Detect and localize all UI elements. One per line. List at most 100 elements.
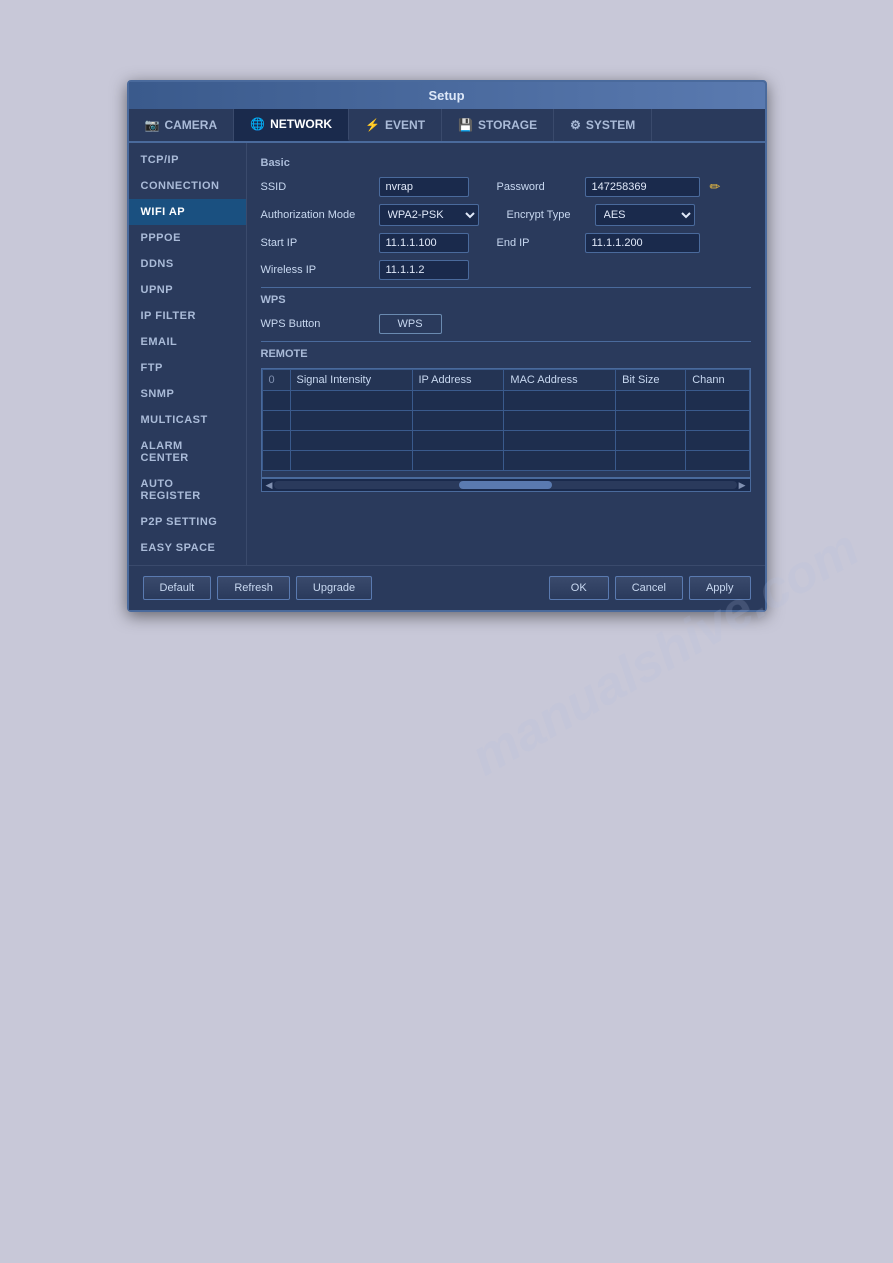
- sidebar-pppoe-label: PPPOE: [141, 232, 181, 244]
- sidebar-item-connection[interactable]: CONNECTION: [129, 173, 246, 199]
- remote-table: 0 Signal Intensity IP Address MAC Addres…: [262, 369, 750, 471]
- network-icon: 🌐: [250, 117, 265, 131]
- table-row: [262, 391, 749, 411]
- sidebar-item-email[interactable]: EMAIL: [129, 329, 246, 355]
- tab-bar: 📷 CAMERA 🌐 NETWORK ⚡ EVENT 💾 STORAGE ⚙ S…: [129, 109, 765, 143]
- tab-event-label: EVENT: [385, 118, 425, 132]
- sidebar-item-p2psetting[interactable]: P2P SETTING: [129, 509, 246, 535]
- table-row: [262, 431, 749, 451]
- ssid-label: SSID: [261, 181, 371, 193]
- sidebar-item-wifiap[interactable]: WIFI AP: [129, 199, 246, 225]
- scroll-left-arrow[interactable]: ◀: [264, 480, 275, 491]
- auth-mode-select[interactable]: WPA2-PSK WPA-PSK None: [379, 204, 479, 226]
- scrollbar-track: [274, 481, 736, 489]
- edit-password-icon[interactable]: ✏: [710, 179, 721, 195]
- sidebar-item-upnp[interactable]: UPNP: [129, 277, 246, 303]
- sidebar-snmp-label: SNMP: [141, 388, 175, 400]
- auth-mode-label: Authorization Mode: [261, 209, 371, 221]
- tab-storage-label: STORAGE: [478, 118, 537, 132]
- sidebar-item-easyspace[interactable]: EASY SPACE: [129, 535, 246, 561]
- end-ip-label: End IP: [497, 237, 577, 249]
- sidebar-alarmcenter-label: ALARM CENTER: [141, 440, 189, 464]
- wireless-ip-label: Wireless IP: [261, 264, 371, 276]
- end-ip-input[interactable]: [585, 233, 700, 253]
- sidebar-p2psetting-label: P2P SETTING: [141, 516, 218, 528]
- sidebar-item-multicast[interactable]: MULTICAST: [129, 407, 246, 433]
- window-title: Setup: [428, 88, 464, 103]
- section-remote-label: REMOTE: [261, 348, 751, 360]
- wireless-ip-row: Wireless IP: [261, 260, 751, 280]
- tab-network[interactable]: 🌐 NETWORK: [234, 109, 349, 141]
- main-content: TCP/IP CONNECTION WIFI AP PPPOE DDNS UPN…: [129, 143, 765, 565]
- sidebar-tcpip-label: TCP/IP: [141, 154, 179, 166]
- tab-system[interactable]: ⚙ SYSTEM: [554, 109, 652, 141]
- upgrade-button[interactable]: Upgrade: [296, 576, 372, 600]
- sidebar-upnp-label: UPNP: [141, 284, 174, 296]
- encrypt-type-select[interactable]: AES TKIP None: [595, 204, 695, 226]
- col-ip: IP Address: [412, 370, 504, 391]
- sidebar-connection-label: CONNECTION: [141, 180, 220, 192]
- divider-remote: [261, 341, 751, 342]
- sidebar-ipfilter-label: IP FILTER: [141, 310, 196, 322]
- encrypt-type-label: Encrypt Type: [507, 209, 587, 221]
- sidebar-item-ipfilter[interactable]: IP FILTER: [129, 303, 246, 329]
- remote-table-wrapper: 0 Signal Intensity IP Address MAC Addres…: [261, 368, 751, 478]
- sidebar-autoregister-label: AUTO REGISTER: [141, 478, 201, 502]
- sidebar-item-autoregister[interactable]: AUTO REGISTER: [129, 471, 246, 509]
- ssid-input[interactable]: [379, 177, 469, 197]
- tab-camera-label: CAMERA: [164, 118, 217, 132]
- tab-event[interactable]: ⚡ EVENT: [349, 109, 442, 141]
- sidebar-wifiap-label: WIFI AP: [141, 206, 186, 218]
- tab-camera[interactable]: 📷 CAMERA: [129, 109, 235, 141]
- ssid-password-row: SSID Password ✏: [261, 177, 751, 197]
- wps-button[interactable]: WPS: [379, 314, 442, 334]
- col-chann: Chann: [686, 370, 749, 391]
- sidebar-ftp-label: FTP: [141, 362, 163, 374]
- startip-endip-row: Start IP End IP: [261, 233, 751, 253]
- col-mac: MAC Address: [504, 370, 616, 391]
- col-num: 0: [262, 370, 290, 391]
- sidebar-item-ftp[interactable]: FTP: [129, 355, 246, 381]
- sidebar-item-tcpip[interactable]: TCP/IP: [129, 147, 246, 173]
- system-icon: ⚙: [570, 118, 581, 132]
- start-ip-input[interactable]: [379, 233, 469, 253]
- ok-button[interactable]: OK: [549, 576, 609, 600]
- col-signal: Signal Intensity: [290, 370, 412, 391]
- password-input[interactable]: [585, 177, 700, 197]
- refresh-button[interactable]: Refresh: [217, 576, 290, 600]
- sidebar-email-label: EMAIL: [141, 336, 178, 348]
- col-bitsize: Bit Size: [616, 370, 686, 391]
- storage-icon: 💾: [458, 118, 473, 132]
- table-row: [262, 451, 749, 471]
- content-area: Basic SSID Password ✏ Authorization Mode…: [247, 143, 765, 565]
- wps-button-row: WPS Button WPS: [261, 314, 751, 334]
- btn-group-left: Default Refresh Upgrade: [143, 576, 373, 600]
- sidebar-easyspace-label: EASY SPACE: [141, 542, 216, 554]
- sidebar-item-pppoe[interactable]: PPPOE: [129, 225, 246, 251]
- divider-wps: [261, 287, 751, 288]
- password-label: Password: [497, 181, 577, 193]
- horizontal-scrollbar[interactable]: ◀ ▶: [261, 478, 751, 492]
- title-bar: Setup: [129, 82, 765, 109]
- sidebar-item-snmp[interactable]: SNMP: [129, 381, 246, 407]
- event-icon: ⚡: [365, 118, 380, 132]
- sidebar-item-alarmcenter[interactable]: ALARM CENTER: [129, 433, 246, 471]
- start-ip-label: Start IP: [261, 237, 371, 249]
- scrollbar-thumb[interactable]: [459, 481, 551, 489]
- camera-icon: 📷: [145, 118, 160, 132]
- section-wps-label: WPS: [261, 294, 751, 306]
- setup-window: Setup 📷 CAMERA 🌐 NETWORK ⚡ EVENT 💾 STORA…: [127, 80, 767, 612]
- cancel-button[interactable]: Cancel: [615, 576, 683, 600]
- default-button[interactable]: Default: [143, 576, 212, 600]
- tab-system-label: SYSTEM: [586, 118, 635, 132]
- auth-encrypt-row: Authorization Mode WPA2-PSK WPA-PSK None…: [261, 204, 751, 226]
- sidebar-item-ddns[interactable]: DDNS: [129, 251, 246, 277]
- wireless-ip-input[interactable]: [379, 260, 469, 280]
- tab-storage[interactable]: 💾 STORAGE: [442, 109, 554, 141]
- scroll-right-arrow[interactable]: ▶: [737, 480, 748, 491]
- sidebar-ddns-label: DDNS: [141, 258, 174, 270]
- section-basic-label: Basic: [261, 157, 751, 169]
- bottom-bar: Default Refresh Upgrade OK Cancel Apply: [129, 565, 765, 610]
- apply-button[interactable]: Apply: [689, 576, 751, 600]
- btn-group-right: OK Cancel Apply: [549, 576, 751, 600]
